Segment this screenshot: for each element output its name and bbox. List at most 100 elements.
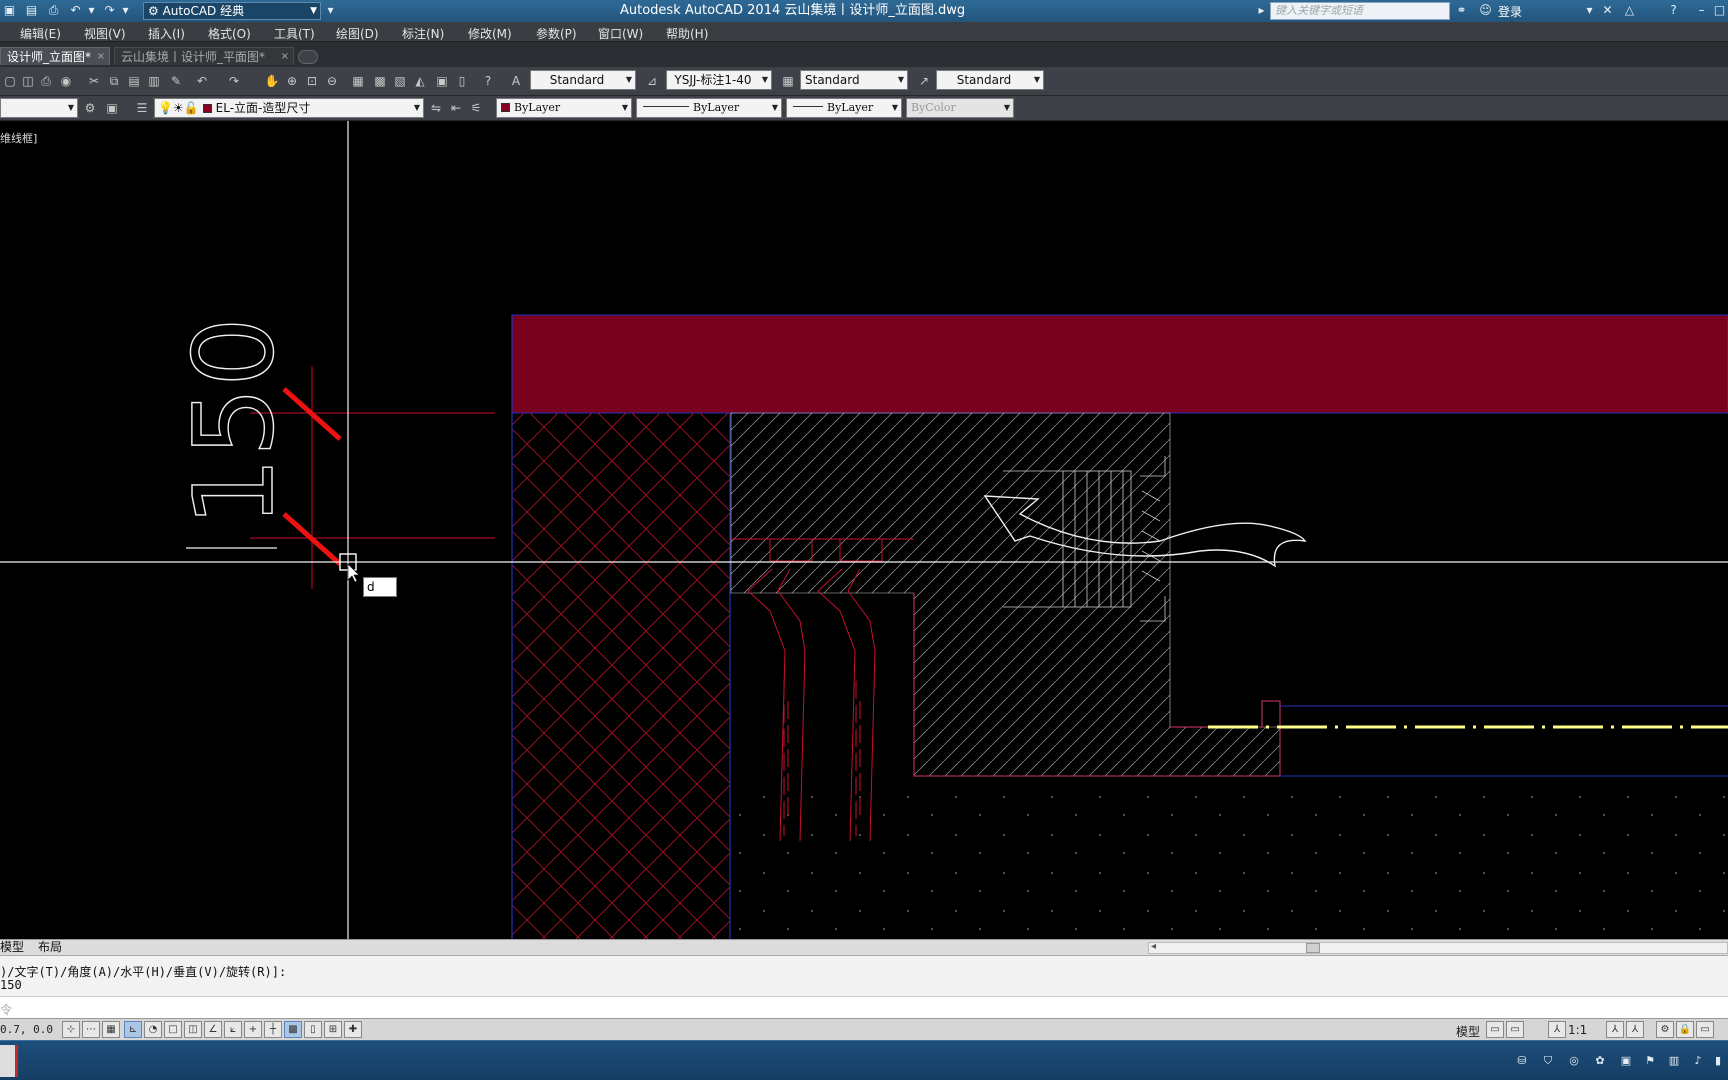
redo-icon[interactable]: ↷	[224, 71, 244, 91]
dim-style-icon[interactable]: ⊿	[642, 71, 662, 91]
autodesk360-icon[interactable]: △	[1622, 3, 1637, 18]
coordinate-readout[interactable]: 0.7, 0.0	[0, 1023, 53, 1036]
text-style-icon[interactable]: A	[506, 71, 526, 91]
tray-nvidia-icon[interactable]: ▣	[1618, 1053, 1634, 1069]
tray-ime-icon[interactable]: ◎	[1566, 1053, 1582, 1069]
cut-icon[interactable]: ✂	[84, 71, 104, 91]
workspace-selector[interactable]: ⚙ AutoCAD 经典 ▼	[143, 2, 321, 20]
quick-view-drawings-icon[interactable]: ▭	[1506, 1021, 1524, 1038]
quick-properties-icon[interactable]: ▯	[304, 1021, 322, 1038]
3d-object-snap-icon[interactable]: ◫	[184, 1021, 202, 1038]
annotation-monitor-icon[interactable]: ✚	[344, 1021, 362, 1038]
dynamic-input-icon[interactable]: +	[244, 1021, 262, 1038]
sheet-set-icon[interactable]: ◭	[410, 71, 430, 91]
menu-parametric[interactable]: 参数(P)	[536, 25, 577, 42]
search-input[interactable]: 键入关键字或短语	[1270, 2, 1450, 20]
annotation-scale-icon[interactable]: ⅄	[1548, 1021, 1566, 1038]
drawing-canvas[interactable]: 维线框] 150 d	[0, 121, 1728, 939]
paste-special-icon[interactable]: ▥	[144, 71, 164, 91]
clean-screen-icon[interactable]: ▭	[1696, 1021, 1714, 1038]
menu-window[interactable]: 窗口(W)	[598, 25, 643, 42]
menu-help[interactable]: 帮助(H)	[666, 25, 708, 42]
annotation-visibility-icon[interactable]: ⅄	[1606, 1021, 1624, 1038]
ortho-icon[interactable]: ⊾	[124, 1021, 142, 1038]
menu-dimension[interactable]: 标注(N)	[402, 25, 444, 42]
multileader-style-icon[interactable]: ↗	[914, 71, 934, 91]
transparency-icon[interactable]: ▩	[284, 1021, 302, 1038]
tray-network-icon[interactable]: ▥	[1666, 1053, 1682, 1069]
properties-icon[interactable]: ▦	[348, 71, 368, 91]
tray-flower-icon[interactable]: ✿	[1592, 1053, 1608, 1069]
zoom-previous-icon[interactable]: ⊖	[322, 71, 342, 91]
tab-plan-drawing[interactable]: 云山集境丨设计师_平面图* ×	[114, 47, 294, 65]
paste-icon[interactable]: ▤	[124, 71, 144, 91]
grid-icon[interactable]: ▦	[102, 1021, 120, 1038]
design-center-icon[interactable]: ▩	[370, 71, 390, 91]
print-icon[interactable]: ⎙	[46, 3, 61, 18]
polar-tracking-icon[interactable]: ◔	[144, 1021, 162, 1038]
tab-layout[interactable]: 布局	[38, 940, 62, 955]
auto-scale-icon[interactable]: ⅄	[1626, 1021, 1644, 1038]
tray-flag-icon[interactable]: ⚑	[1642, 1053, 1658, 1069]
table-style-icon[interactable]: ▦	[778, 71, 798, 91]
dynamic-input-box[interactable]: d	[363, 577, 397, 597]
zoom-window-icon[interactable]: ⊡	[302, 71, 322, 91]
login-link[interactable]: 登录	[1498, 3, 1522, 20]
scroll-left-icon[interactable]: ◂	[1151, 941, 1156, 952]
zoom-realtime-icon[interactable]: ⊕	[282, 71, 302, 91]
workspace-switching-icon[interactable]: ⚙	[1656, 1021, 1674, 1038]
layer-properties-icon[interactable]: ☰	[132, 98, 152, 118]
publish-icon[interactable]: ◉	[56, 71, 76, 91]
menu-insert[interactable]: 插入(I)	[148, 25, 185, 42]
markup-icon[interactable]: ▣	[432, 71, 452, 91]
user-icon[interactable]: ☺	[1478, 3, 1493, 18]
calculator-icon[interactable]: ▯	[452, 71, 472, 91]
tool-palettes-icon[interactable]: ▧	[390, 71, 410, 91]
open-icon[interactable]: ◫	[18, 71, 38, 91]
new-icon[interactable]: ▢	[0, 71, 20, 91]
layer-state-icon[interactable]: ⚟	[466, 98, 486, 118]
command-input[interactable]: 令	[0, 996, 1728, 1018]
quick-view-layouts-icon[interactable]: ▭	[1486, 1021, 1504, 1038]
redo-dropdown-icon[interactable]: ▾	[118, 3, 133, 18]
object-snap-icon[interactable]: □	[164, 1021, 182, 1038]
taskbar-app-button[interactable]	[0, 1045, 18, 1077]
tray-desktop-icon[interactable]: ▮	[1710, 1053, 1726, 1069]
close-icon[interactable]: ×	[281, 48, 289, 66]
copy-icon[interactable]: ⧉	[104, 71, 124, 91]
tray-usb-icon[interactable]: ⛁	[1514, 1053, 1530, 1069]
make-current-layer-icon[interactable]: ⇋	[426, 98, 446, 118]
table-style-select[interactable]: Standard ▼	[800, 70, 908, 90]
view-select[interactable]: ▼	[0, 98, 78, 118]
lineweight-select[interactable]: ByLayer ▼	[786, 98, 902, 118]
annotation-scale-label[interactable]: 1:1	[1568, 1023, 1587, 1037]
selection-cycling-icon[interactable]: ⊞	[324, 1021, 342, 1038]
lineweight-icon[interactable]: ┼	[264, 1021, 282, 1038]
exchange-icon[interactable]: ✕	[1600, 3, 1615, 18]
match-properties-icon[interactable]: ✎	[166, 71, 186, 91]
undo-icon[interactable]: ↶	[68, 3, 83, 18]
object-snap-tracking-icon[interactable]: ∠	[204, 1021, 222, 1038]
menu-modify[interactable]: 修改(M)	[468, 25, 512, 42]
scrollbar-thumb[interactable]	[1306, 943, 1320, 953]
undo-dropdown-icon[interactable]: ▾	[84, 3, 99, 18]
binoculars-icon[interactable]: ⚭	[1454, 3, 1469, 18]
menu-draw[interactable]: 绘图(D)	[336, 25, 379, 42]
help-icon[interactable]: ?	[478, 71, 498, 91]
linetype-select[interactable]: ByLayer ▼	[636, 98, 782, 118]
layer-previous-icon[interactable]: ⇤	[446, 98, 466, 118]
login-dropdown-icon[interactable]: ▾	[1582, 3, 1597, 18]
print-icon[interactable]: ⎙	[36, 71, 56, 91]
quick-access-menu-icon[interactable]: ▾	[323, 3, 338, 18]
workspace-icon[interactable]: ▣	[102, 98, 122, 118]
new-tab-button[interactable]	[298, 50, 318, 64]
help-icon[interactable]: ?	[1666, 3, 1681, 18]
tray-shield-icon[interactable]: ⛉	[1540, 1053, 1556, 1069]
undo-icon[interactable]: ↶	[192, 71, 212, 91]
expand-search-icon[interactable]: ▸	[1254, 3, 1269, 18]
menu-format[interactable]: 格式(O)	[208, 25, 251, 42]
menu-tools[interactable]: 工具(T)	[274, 25, 315, 42]
dim-style-select[interactable]: YSJJ-标注1-40 ▼	[666, 70, 772, 90]
tab-elevation-drawing[interactable]: 设计师_立面图* ×	[0, 47, 110, 65]
snap-mode-icon[interactable]: ⋯	[82, 1021, 100, 1038]
